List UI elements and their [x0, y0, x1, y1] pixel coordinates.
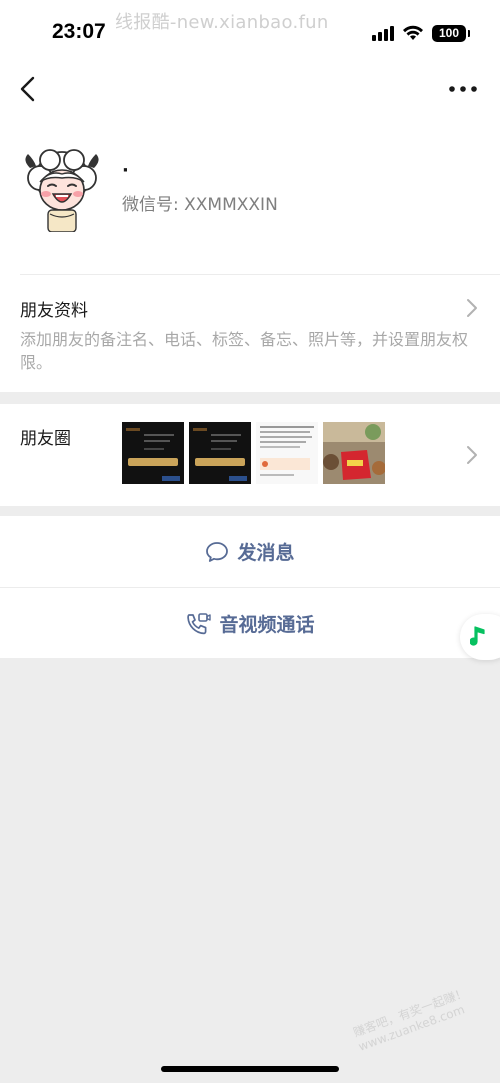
- watermark-top: 线报酷-new.xianbao.fun: [115, 12, 329, 33]
- moments-thumbnail: [323, 422, 385, 484]
- chevron-right-icon: [467, 446, 477, 464]
- friend-info-description: 添加朋友的备注名、电话、标签、备忘、照片等，并设置朋友权限。: [20, 330, 469, 372]
- avatar[interactable]: [20, 148, 104, 232]
- music-note-icon: [470, 626, 485, 646]
- chat-bubble-icon: [206, 541, 229, 562]
- battery-icon: 100: [432, 24, 470, 42]
- voice-video-call-label: 音视频通话: [219, 614, 315, 636]
- more-dots-icon[interactable]: [446, 76, 480, 102]
- floating-music-button[interactable]: [460, 614, 500, 660]
- wechat-id: 微信号: XXMMXXIN: [122, 195, 278, 215]
- moments-thumbnail: [189, 422, 251, 484]
- moments-thumbnail: [122, 422, 184, 484]
- nickname: ·: [122, 160, 129, 181]
- moments-row[interactable]: 朋友圈: [0, 404, 500, 506]
- back-chevron-icon[interactable]: [14, 74, 44, 104]
- sheep-avatar-icon: [25, 149, 99, 232]
- moments-thumbnail: [256, 422, 318, 484]
- status-bar: 23:07 线报酷-new.xianbao.fun 100: [0, 0, 500, 64]
- divider: [20, 274, 500, 275]
- moments-thumbnails: [122, 422, 385, 484]
- voice-video-call-button[interactable]: 音视频通话: [0, 588, 500, 659]
- status-icons: 100: [372, 24, 470, 42]
- status-time: 23:07: [52, 20, 106, 43]
- chevron-right-icon: [467, 299, 477, 317]
- watermark-bottom: 赚客吧，有奖一起赚！ www.zuanke8.com: [351, 975, 500, 1054]
- battery-level: 100: [438, 26, 460, 40]
- home-indicator[interactable]: [161, 1066, 339, 1072]
- moments-title: 朋友圈: [20, 429, 71, 449]
- send-message-label: 发消息: [237, 542, 295, 564]
- wifi-icon: [403, 25, 423, 40]
- actions-section: 发消息 音视频通话: [0, 516, 500, 658]
- send-message-button[interactable]: 发消息: [0, 516, 500, 587]
- profile-header: · 微信号: XXMMXXIN: [0, 114, 500, 274]
- phone-video-icon: [187, 612, 212, 634]
- friend-info-row[interactable]: 朋友资料 添加朋友的备注名、电话、标签、备忘、照片等，并设置朋友权限。: [0, 274, 500, 392]
- nav-bar: [0, 64, 500, 114]
- friend-info-title: 朋友资料: [20, 301, 88, 321]
- signal-icon: [372, 25, 394, 41]
